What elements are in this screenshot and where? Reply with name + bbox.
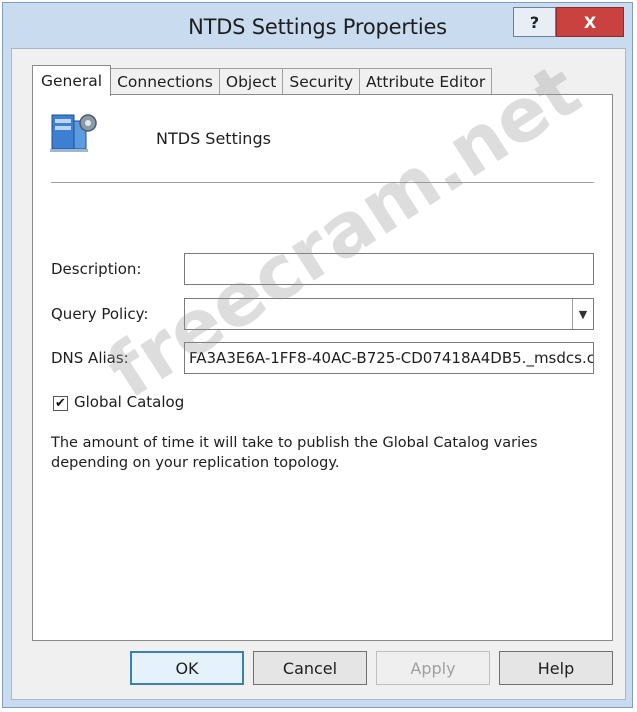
global-catalog-info: The amount of time it will take to publi… bbox=[51, 435, 538, 471]
tab-strip: General Connections Object Security Attr… bbox=[32, 65, 493, 96]
query-policy-label: Query Policy: bbox=[51, 305, 149, 323]
tab-object[interactable]: Object bbox=[218, 68, 284, 95]
chevron-down-icon[interactable]: ▼ bbox=[572, 299, 593, 329]
global-catalog-checkbox[interactable]: ✔ bbox=[53, 396, 68, 411]
general-tab-panel: NTDS Settings Description: Query Policy:… bbox=[32, 94, 613, 641]
tab-security[interactable]: Security bbox=[282, 68, 361, 95]
ntds-settings-icon bbox=[48, 109, 100, 155]
description-input[interactable] bbox=[184, 253, 594, 285]
dialog-body: General Connections Object Security Attr… bbox=[11, 48, 626, 700]
description-label: Description: bbox=[51, 260, 142, 278]
cancel-button[interactable]: Cancel bbox=[253, 651, 367, 685]
title-help-button[interactable]: ? bbox=[513, 7, 556, 37]
query-policy-combobox[interactable]: ▼ bbox=[184, 298, 594, 330]
apply-button[interactable]: Apply bbox=[376, 651, 490, 685]
tab-connections[interactable]: Connections bbox=[110, 68, 220, 95]
tab-general[interactable]: General bbox=[32, 65, 112, 96]
object-title: NTDS Settings bbox=[156, 129, 271, 148]
ok-button[interactable]: OK bbox=[130, 651, 244, 685]
separator bbox=[51, 182, 594, 183]
properties-window: NTDS Settings Properties ? X General Con… bbox=[2, 2, 633, 708]
help-button[interactable]: Help bbox=[499, 651, 613, 685]
global-catalog-label[interactable]: Global Catalog bbox=[74, 393, 184, 411]
tab-attribute-editor[interactable]: Attribute Editor bbox=[359, 68, 493, 95]
dns-alias-label: DNS Alias: bbox=[51, 349, 129, 367]
title-close-button[interactable]: X bbox=[556, 7, 624, 37]
dns-alias-field[interactable]: FA3A3E6A-1FF8-40AC-B725-CD07418A4DB5._ms… bbox=[184, 342, 594, 374]
checkmark-icon: ✔ bbox=[55, 396, 66, 411]
